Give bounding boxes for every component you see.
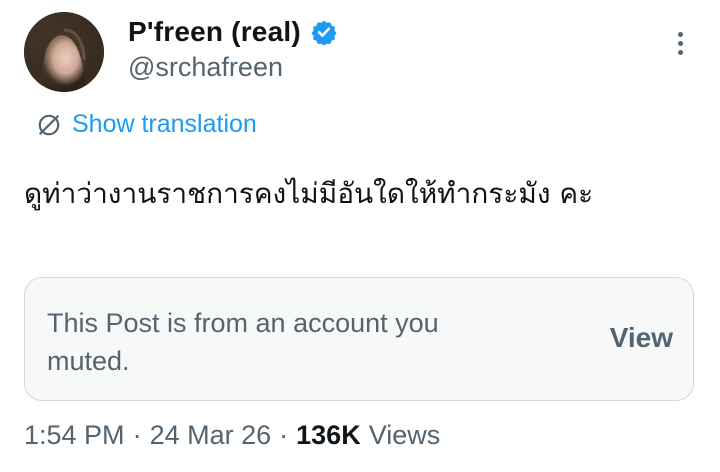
post-time[interactable]: 1:54 PM [24, 420, 125, 451]
author-name-row: P'freen (real) [128, 16, 337, 48]
post-date[interactable]: 24 Mar 26 [150, 420, 272, 451]
views-label: Views [368, 420, 441, 450]
meta-separator: · [132, 420, 142, 450]
view-button[interactable]: View [610, 322, 673, 354]
muted-notice-text: This Post is from an account you muted. [47, 308, 439, 376]
show-translation-row[interactable]: Show translation [36, 110, 257, 139]
post-text: ดูท่าว่างานราชการคงไม่มีอันใดให้ทำกระมัง… [24, 177, 594, 210]
translate-icon [38, 114, 60, 135]
avatar[interactable] [24, 12, 104, 92]
more-dot-icon [677, 32, 683, 37]
more-dot-icon [677, 50, 683, 55]
avatar-photo [24, 12, 104, 92]
meta-separator: · [279, 420, 289, 450]
show-translation-link[interactable]: Show translation [72, 110, 257, 139]
post-metadata: 1:54 PM · 24 Mar 26 · 136K Views [24, 420, 440, 451]
more-dot-icon [677, 41, 683, 46]
user-handle[interactable]: @srchafreen [128, 52, 283, 83]
muted-quote-notice: This Post is from an account you muted. … [24, 277, 694, 401]
verified-badge-icon [311, 20, 337, 45]
views-count[interactable]: 136K [296, 420, 361, 451]
more-options-button[interactable] [666, 28, 694, 64]
display-name[interactable]: P'freen (real) [128, 16, 301, 48]
